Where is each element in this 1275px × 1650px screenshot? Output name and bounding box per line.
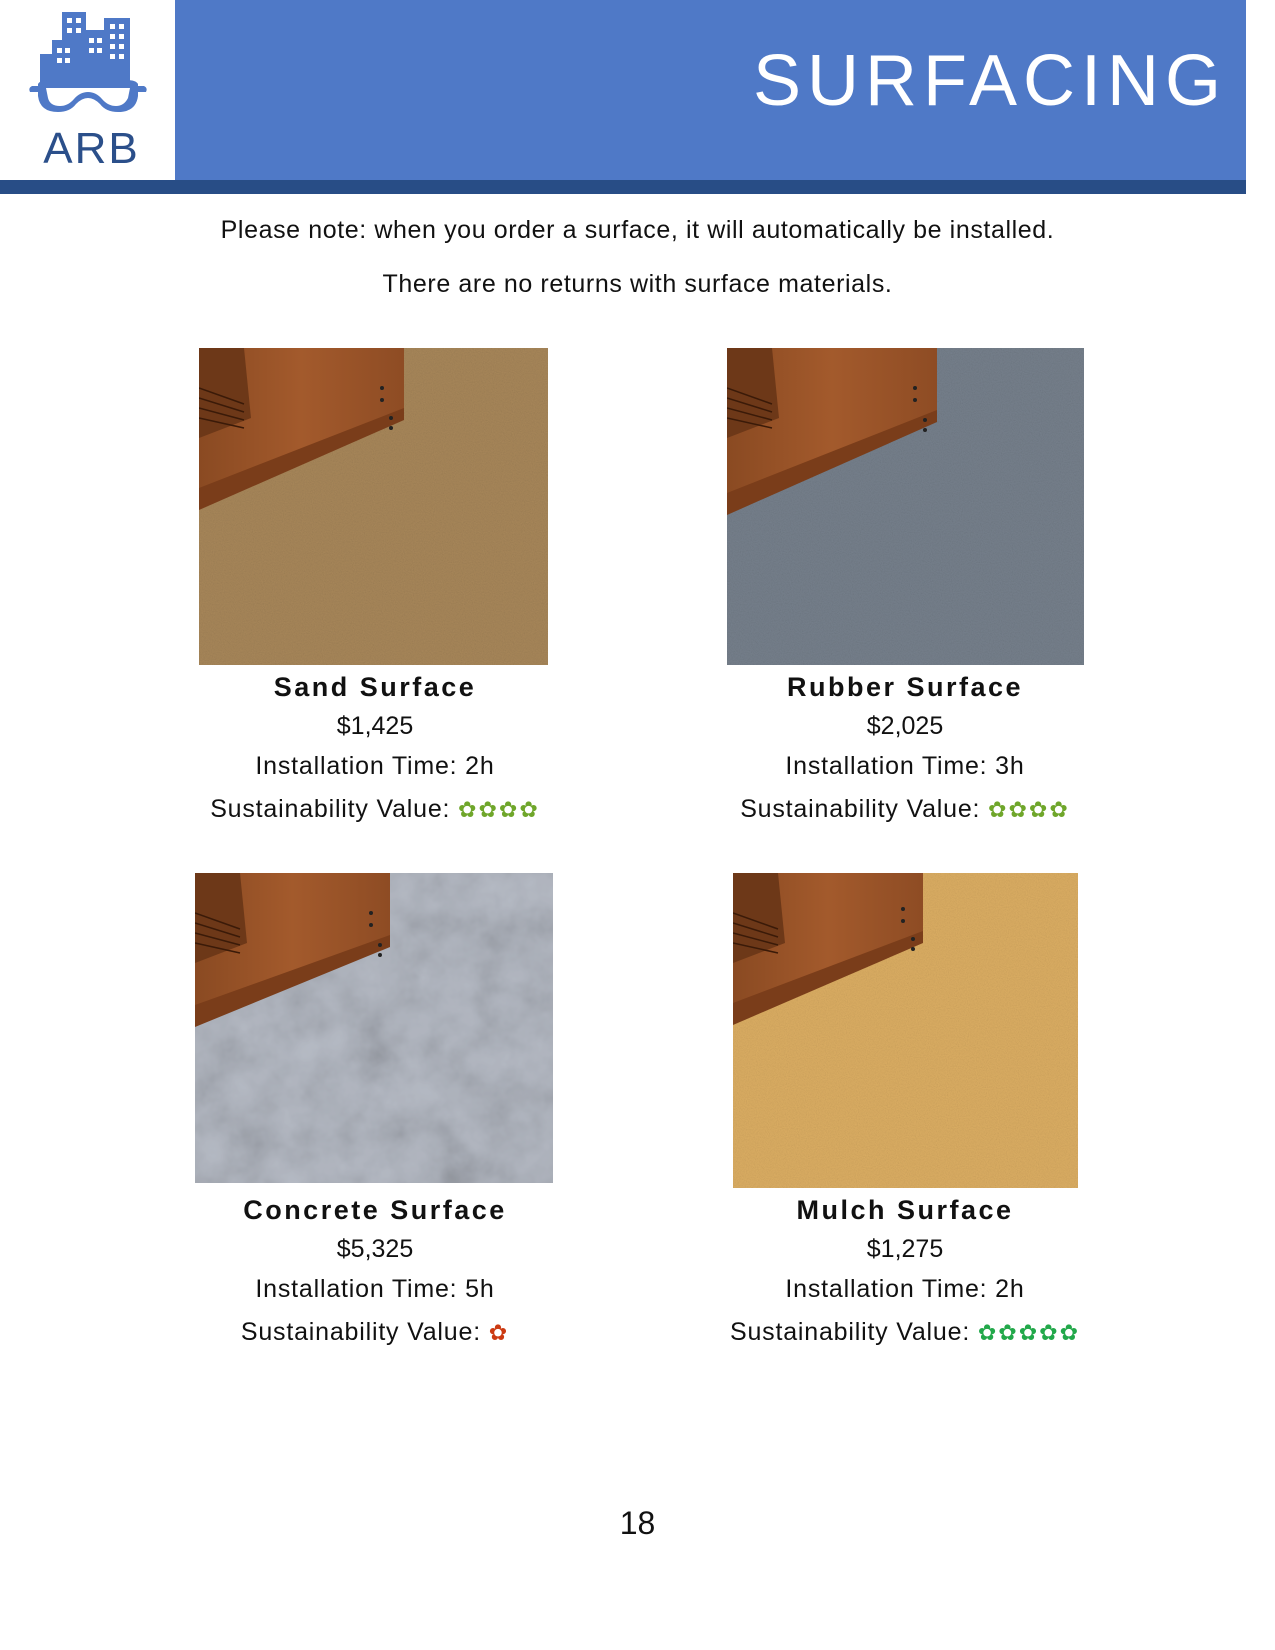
sustainability-label: Sustainability Value:	[210, 795, 451, 823]
installation-time: Installation Time: 3h	[785, 752, 1025, 780]
product-price: $1,425	[336, 712, 414, 740]
sustainability-value: Sustainability Value: ✿	[115, 1318, 635, 1347]
flower-rating-icon: ✿	[488, 1320, 510, 1345]
sustainability-value: Sustainability Value: ✿✿✿✿	[645, 795, 1165, 824]
order-note: Please note: when you order a surface, i…	[220, 216, 1055, 244]
flower-rating-icon: ✿✿✿✿	[458, 797, 540, 822]
returns-note: There are no returns with surface materi…	[382, 270, 893, 298]
sustainability-value: Sustainability Value: ✿✿✿✿✿	[645, 1318, 1165, 1347]
sustainability-value: Sustainability Value: ✿✿✿✿	[115, 795, 635, 824]
logo-text: ARB	[43, 124, 140, 173]
product-price: $2,025	[866, 712, 944, 740]
sustainability-label: Sustainability Value:	[729, 1318, 971, 1346]
installation-time: Installation Time: 2h	[255, 752, 495, 780]
city-buildings-icon	[29, 12, 147, 112]
concrete-surface-image	[195, 873, 553, 1183]
header-underline	[0, 180, 1246, 194]
mulch-surface-image	[733, 873, 1078, 1188]
product-name: Concrete Surface	[243, 1195, 507, 1225]
sand-surface-image	[199, 348, 548, 665]
product-price: $1,275	[866, 1235, 944, 1263]
sustainability-label: Sustainability Value:	[740, 795, 981, 823]
product-card-rubber: Rubber Surface $2,025 Installation Time:…	[645, 340, 1165, 830]
arb-logo: ARB	[0, 0, 175, 180]
installation-time: Installation Time: 5h	[255, 1275, 495, 1303]
sustainability-label: Sustainability Value:	[240, 1318, 481, 1346]
product-name: Rubber Surface	[786, 672, 1024, 702]
product-price: $5,325	[336, 1235, 414, 1263]
flower-rating-icon: ✿✿✿✿	[988, 797, 1070, 822]
product-card-mulch: Mulch Surface $1,275 Installation Time: …	[645, 865, 1165, 1355]
installation-time: Installation Time: 2h	[785, 1275, 1025, 1303]
product-name: Mulch Surface	[796, 1195, 1014, 1225]
product-name: Sand Surface	[273, 672, 477, 702]
product-card-concrete: Concrete Surface $5,325 Installation Tim…	[115, 865, 635, 1355]
flower-rating-icon: ✿✿✿✿✿	[977, 1320, 1080, 1345]
rubber-surface-image	[727, 348, 1084, 665]
page-title: SURFACING	[752, 41, 1227, 121]
page-number: 18	[619, 1505, 656, 1541]
product-card-sand: Sand Surface $1,425 Installation Time: 2…	[115, 340, 635, 830]
